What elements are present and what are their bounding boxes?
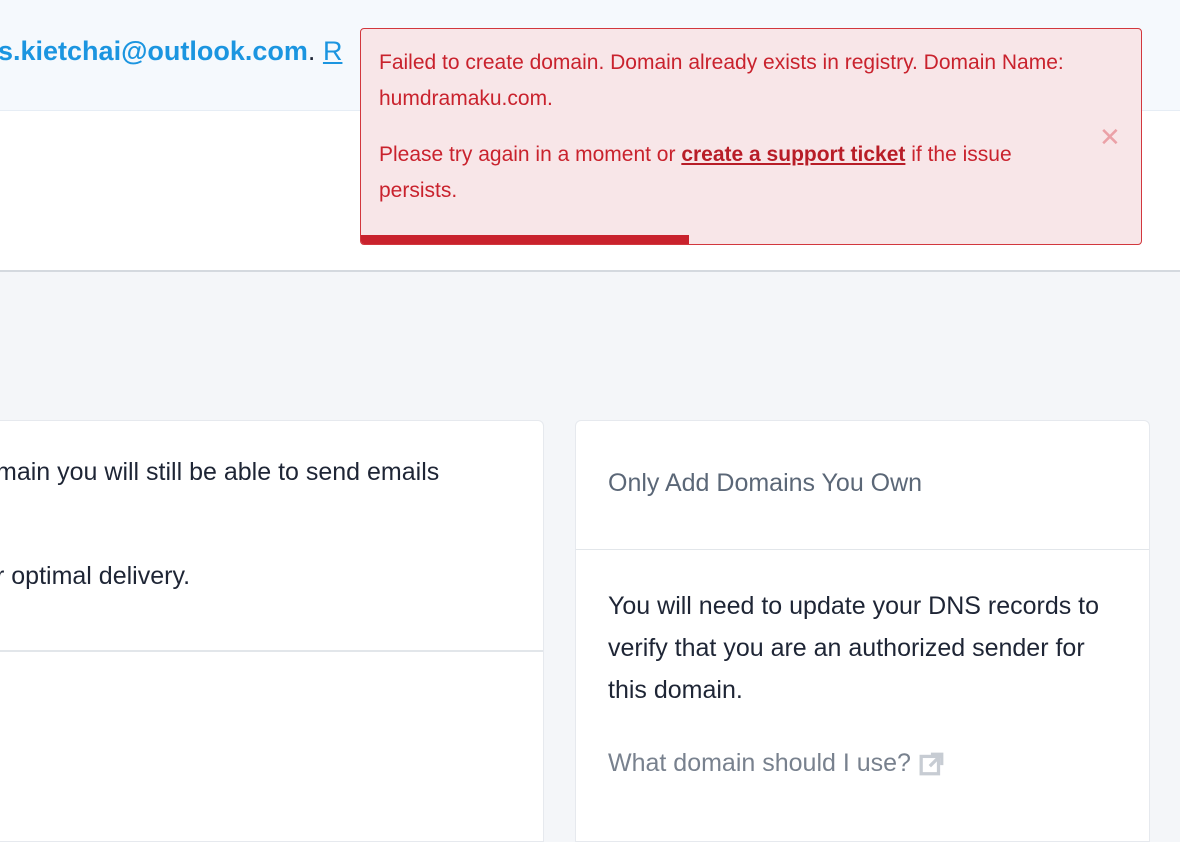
external-link-icon (919, 752, 944, 775)
toast-message: Failed to create domain. Domain already … (379, 51, 1064, 110)
banner-separator: . (307, 36, 316, 66)
own-domains-card: Only Add Domains You Own You will need t… (575, 420, 1150, 842)
card-divider (576, 549, 1149, 550)
toast-hint-prefix: Please try again in a moment or (379, 143, 682, 166)
domain-help-link[interactable]: What domain should I use? (608, 749, 945, 778)
domain-info-line2: r optimal delivery. (0, 562, 191, 590)
banner-text: s.kietchai@outlook.com. R (0, 36, 342, 67)
error-toast: Failed to create domain. Domain already … (360, 28, 1142, 245)
toast-hint: Please try again in a moment or create a… (379, 137, 1079, 209)
banner-email: s.kietchai@outlook.com (0, 36, 308, 66)
help-link-label: What domain should I use? (608, 749, 911, 777)
toast-progress-bar (361, 235, 689, 244)
card-body: You will need to update your DNS records… (608, 592, 1100, 704)
domain-info-line1: main you will still be able to send emai… (0, 458, 440, 486)
close-icon[interactable]: ✕ (1099, 124, 1121, 150)
banner-link[interactable]: R (323, 36, 343, 66)
support-ticket-link[interactable]: create a support ticket (681, 143, 905, 166)
card-title: Only Add Domains You Own (608, 469, 923, 497)
card-divider (0, 650, 543, 652)
